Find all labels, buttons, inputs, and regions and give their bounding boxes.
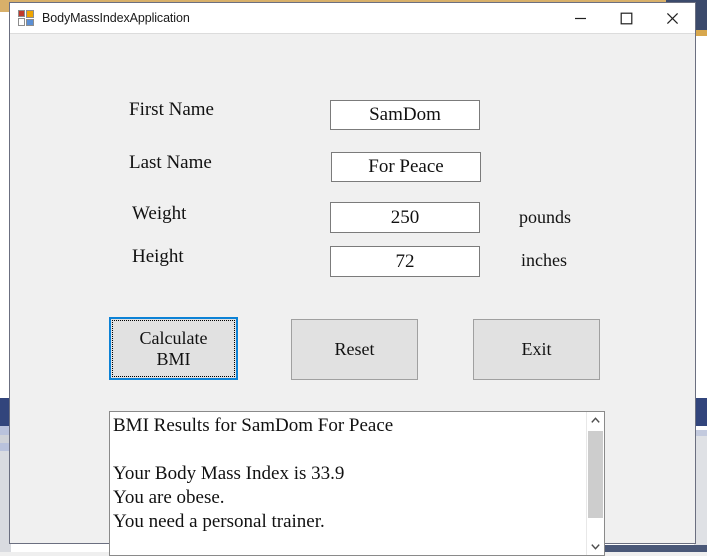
calculate-bmi-button-label: Calculate BMI (140, 328, 208, 368)
title-bar[interactable]: BodyMassIndexApplication (10, 3, 695, 34)
height-unit-label: inches (521, 250, 567, 271)
application-window: BodyMassIndexApplication First N (9, 2, 696, 544)
window-controls (557, 3, 695, 34)
maximize-button[interactable] (603, 3, 649, 34)
weight-label: Weight (132, 203, 186, 225)
scrollbar-track[interactable] (587, 429, 604, 538)
close-button[interactable] (649, 3, 695, 34)
exit-button[interactable]: Exit (473, 319, 600, 380)
first-name-input[interactable] (330, 100, 480, 130)
reset-button[interactable]: Reset (291, 319, 418, 380)
results-scrollbar[interactable] (586, 412, 604, 555)
window-title: BodyMassIndexApplication (42, 11, 190, 25)
first-name-label: First Name (129, 99, 214, 121)
weight-input[interactable] (330, 202, 480, 233)
bmi-results-box[interactable]: BMI Results for SamDom For Peace Your Bo… (109, 411, 605, 556)
scroll-up-icon[interactable] (587, 412, 604, 429)
scroll-down-icon[interactable] (587, 538, 604, 555)
height-input[interactable] (330, 246, 480, 277)
calculate-bmi-button[interactable]: Calculate BMI (109, 317, 238, 380)
height-label: Height (132, 246, 184, 268)
last-name-label: Last Name (129, 152, 212, 174)
exit-button-label: Exit (522, 339, 552, 359)
bmi-results-text: BMI Results for SamDom For Peace Your Bo… (110, 412, 586, 555)
minimize-button[interactable] (557, 3, 603, 34)
scrollbar-thumb[interactable] (588, 431, 603, 518)
winforms-app-icon (18, 10, 34, 26)
form-client-area: First Name Last Name Weight pounds Heigh… (10, 34, 695, 543)
last-name-input[interactable] (331, 152, 481, 182)
reset-button-label: Reset (335, 339, 375, 359)
weight-unit-label: pounds (519, 207, 571, 228)
